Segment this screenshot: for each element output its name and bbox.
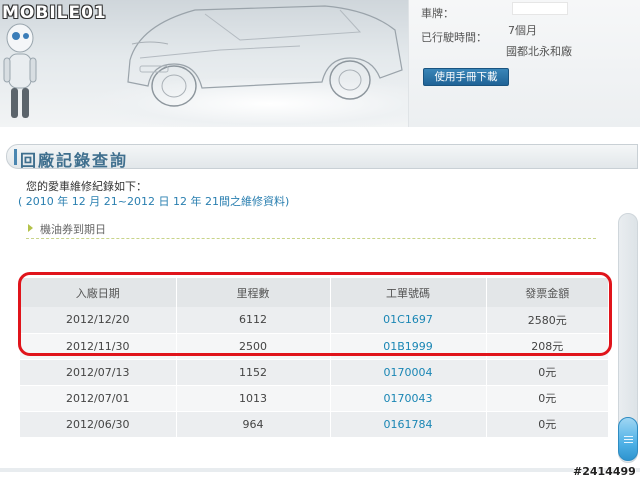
intro-text: 您的愛車維修紀錄如下： bbox=[26, 180, 147, 193]
table-row: 2012/07/13 1152 0170004 0元 bbox=[20, 359, 608, 386]
bottom-divider bbox=[0, 468, 640, 472]
page-title: 回廠記錄查詢 bbox=[20, 151, 129, 170]
column-header-date: 入廠日期 bbox=[20, 278, 177, 307]
amount-cell: 208元 bbox=[486, 333, 608, 360]
header-banner: MOBILE01 bbox=[0, 0, 640, 127]
order-link[interactable]: 01C1697 bbox=[330, 307, 487, 334]
date-range-text: ( 2010 年 12 月 21~2012 日 12 年 21間之維修資料) bbox=[18, 195, 290, 208]
order-link[interactable]: 0170004 bbox=[330, 359, 487, 386]
grip-line bbox=[624, 442, 633, 443]
table-row: 2012/11/30 2500 01B1999 208元 bbox=[20, 333, 608, 360]
oil-coupon-label[interactable]: 機油券到期日 bbox=[40, 221, 106, 237]
amount-cell: 2580元 bbox=[486, 307, 608, 334]
amount-cell: 0元 bbox=[486, 411, 608, 438]
mileage-cell: 1152 bbox=[176, 359, 331, 386]
order-link[interactable]: 01B1999 bbox=[330, 333, 487, 360]
table-row: 2012/07/01 1013 0170043 0元 bbox=[20, 385, 608, 412]
column-header-mileage: 里程數 bbox=[176, 278, 331, 307]
date-cell: 2012/06/30 bbox=[20, 411, 177, 438]
date-cell: 2012/07/01 bbox=[20, 385, 177, 412]
order-link[interactable]: 0170043 bbox=[330, 385, 487, 412]
dealer-value: 國都北永和廠 bbox=[506, 45, 572, 58]
table-row: 2012/12/20 6112 01C1697 2580元 bbox=[20, 307, 608, 334]
section-title-bar bbox=[14, 149, 17, 165]
table-row: 2012/06/30 964 0161784 0元 bbox=[20, 411, 608, 438]
column-header-order: 工單號碼 bbox=[330, 278, 487, 307]
grip-line bbox=[624, 436, 633, 437]
date-cell: 2012/12/20 bbox=[20, 307, 177, 334]
order-link[interactable]: 0161784 bbox=[330, 411, 487, 438]
robot-mascot-icon bbox=[3, 23, 37, 118]
manual-download-button[interactable]: 使用手冊下載 bbox=[423, 68, 509, 86]
column-header-amount: 發票金額 bbox=[486, 278, 608, 307]
plate-label: 車牌： bbox=[421, 7, 454, 20]
records-table-wrap: 入廠日期 里程數 工單號碼 發票金額 2012/12/20 6112 01C16… bbox=[20, 278, 608, 438]
expand-arrow-icon[interactable] bbox=[28, 224, 33, 232]
amount-cell: 0元 bbox=[486, 359, 608, 386]
scrollbar-thumb[interactable] bbox=[618, 417, 638, 461]
table-header-row: 入廠日期 里程數 工單號碼 發票金額 bbox=[20, 278, 608, 307]
mileage-cell: 2500 bbox=[176, 333, 331, 360]
age-label: 已行駛時間： bbox=[421, 31, 487, 44]
watermark-text: #2414499 bbox=[573, 465, 636, 478]
mileage-cell: 964 bbox=[176, 411, 331, 438]
age-value: 7個月 bbox=[508, 24, 537, 37]
mileage-cell: 1013 bbox=[176, 385, 331, 412]
grip-line bbox=[624, 439, 633, 440]
date-cell: 2012/11/30 bbox=[20, 333, 177, 360]
plate-value-box bbox=[512, 2, 568, 15]
records-table: 入廠日期 里程數 工單號碼 發票金額 2012/12/20 6112 01C16… bbox=[20, 278, 608, 438]
date-cell: 2012/07/13 bbox=[20, 359, 177, 386]
oil-coupon-expand-row[interactable] bbox=[26, 219, 596, 239]
car-illustration bbox=[127, 5, 403, 107]
mileage-cell: 6112 bbox=[176, 307, 331, 334]
mobile01-logo: MOBILE01 bbox=[2, 3, 107, 23]
amount-cell: 0元 bbox=[486, 385, 608, 412]
